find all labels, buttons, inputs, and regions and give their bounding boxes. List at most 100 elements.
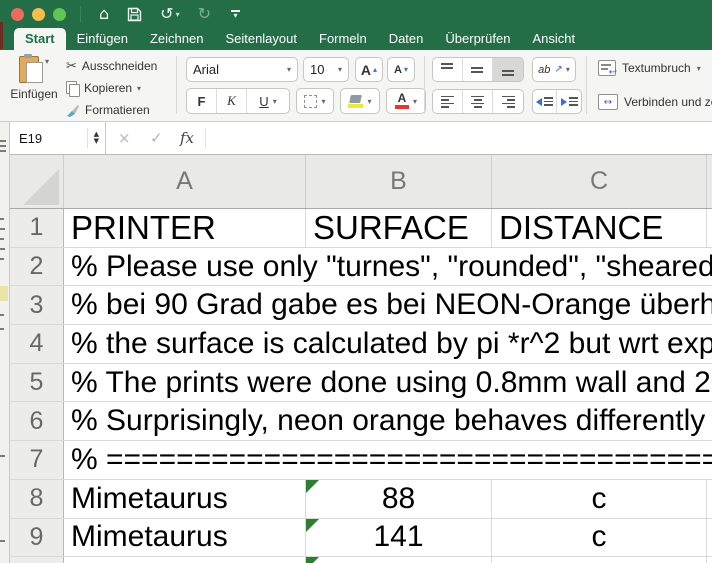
row-header-3[interactable]: 3 <box>10 286 64 324</box>
row-header-5[interactable]: 5 <box>10 364 64 402</box>
save-icon[interactable] <box>127 7 142 22</box>
confirm-icon[interactable]: ✓ <box>150 122 163 154</box>
tab-einfuegen[interactable]: Einfügen <box>66 28 139 50</box>
column-header-b[interactable]: B <box>306 155 492 208</box>
cell-a10[interactable] <box>64 557 306 563</box>
underline-button[interactable]: U ▾ <box>247 89 289 113</box>
tab-seitenlayout[interactable]: Seitenlayout <box>214 28 308 50</box>
undo-dropdown-icon[interactable]: ▾ <box>176 10 180 19</box>
minimize-button[interactable] <box>32 8 45 21</box>
row-header-10[interactable] <box>10 557 64 563</box>
zoom-button[interactable] <box>53 8 66 21</box>
orientation-button[interactable]: ab ↗ ▾ <box>532 57 576 82</box>
cell-a8[interactable]: Mimetaurus <box>64 480 306 518</box>
align-center-button[interactable] <box>463 90 493 113</box>
row-header-4[interactable]: 4 <box>10 325 64 363</box>
row-header-7[interactable]: 7 <box>10 441 64 479</box>
name-box[interactable]: E19 ▲ ▼ <box>10 122 106 154</box>
cell-a3[interactable]: % bei 90 Grad gabe es bei NEON-Orange üb… <box>64 286 712 324</box>
shrink-font-button[interactable]: A ▾ <box>387 57 415 82</box>
table-row: 8 Mimetaurus 88 c <box>10 480 712 519</box>
column-header-a[interactable]: A <box>64 155 306 208</box>
cell-a9[interactable]: Mimetaurus <box>64 519 306 557</box>
vertical-align-group <box>432 57 524 82</box>
paste-dropdown-icon[interactable]: ▾ <box>45 57 49 66</box>
cell-c10[interactable] <box>492 557 707 563</box>
font-size-select[interactable]: 10 ▾ <box>303 57 349 82</box>
cell-d9[interactable] <box>707 519 712 557</box>
cell-a7[interactable]: % ======================================… <box>64 441 712 479</box>
italic-button[interactable]: K <box>217 89 247 113</box>
row-header-8[interactable]: 8 <box>10 480 64 518</box>
undo-icon[interactable]: ↺ <box>160 0 173 28</box>
copy-button[interactable]: Kopieren ▾ <box>66 78 141 98</box>
tab-ueberpruefen[interactable]: Überprüfen <box>434 28 521 50</box>
tab-ansicht[interactable]: Ansicht <box>521 28 586 50</box>
cell-d8[interactable] <box>707 480 712 518</box>
cell-a4[interactable]: % the surface is calculated by pi *r^2 b… <box>64 325 712 363</box>
column-header-c[interactable]: C <box>492 155 707 208</box>
cell-a6[interactable]: % Surprisingly, neon orange behaves diff… <box>64 402 712 440</box>
name-box-stepper[interactable]: ▲ ▼ <box>87 128 99 148</box>
close-button[interactable] <box>11 8 24 21</box>
paste-button[interactable]: ▾ Einfügen <box>8 55 60 117</box>
table-row: 4 % the surface is calculated by pi *r^2… <box>10 325 712 364</box>
titlebar: ⌂ ↺ ▾ ↻ ▾ <box>0 0 712 28</box>
tab-daten[interactable]: Daten <box>378 28 435 50</box>
cell-b1[interactable]: SURFACE <box>306 209 492 247</box>
row-header-9[interactable]: 9 <box>10 519 64 557</box>
cell-b9[interactable]: 141 <box>306 519 492 557</box>
tab-zeichnen[interactable]: Zeichnen <box>139 28 214 50</box>
wrap-text-button[interactable]: ↩ Textumbruch ▾ <box>598 60 701 76</box>
cell-b10[interactable] <box>306 557 492 563</box>
column-header-d[interactable] <box>707 155 712 208</box>
cell-a5[interactable]: % The prints were done using 0.8mm wall … <box>64 364 712 402</box>
copy-dropdown-icon[interactable]: ▾ <box>137 84 141 93</box>
insert-function-icon[interactable]: fx <box>180 122 194 154</box>
cell-b8[interactable]: 88 <box>306 480 492 518</box>
cell-d1[interactable] <box>707 209 712 247</box>
font-name-value: Arial <box>193 62 219 77</box>
row-header-6[interactable]: 6 <box>10 402 64 440</box>
row-header-1[interactable]: 1 <box>10 209 64 247</box>
align-top-button[interactable] <box>433 58 463 81</box>
cut-button[interactable]: ✂ Ausschneiden <box>66 56 157 76</box>
cell-c9[interactable]: c <box>492 519 707 557</box>
bold-button[interactable]: F <box>187 89 217 113</box>
redo-icon[interactable]: ↻ <box>198 0 211 28</box>
increase-indent-button[interactable] <box>557 90 581 113</box>
borders-dropdown-icon: ▾ <box>321 97 325 106</box>
cell-a1[interactable]: PRINTER <box>64 209 306 247</box>
font-name-select[interactable]: Arial ▾ <box>186 57 298 82</box>
align-top-icon <box>441 63 454 76</box>
formula-input[interactable] <box>210 122 712 154</box>
borders-button[interactable]: ▾ <box>296 88 334 114</box>
tab-start[interactable]: Start <box>14 28 66 50</box>
ribbon-tab-bar: Start Einfügen Zeichnen Seitenlayout For… <box>0 28 712 50</box>
align-middle-button[interactable] <box>463 58 493 81</box>
decrease-indent-icon <box>536 97 553 106</box>
align-left-button[interactable] <box>433 90 463 113</box>
align-bottom-button[interactable] <box>493 58 523 81</box>
font-color-button[interactable]: A ▾ <box>386 88 426 114</box>
select-all-corner[interactable] <box>10 155 64 208</box>
merge-center-button[interactable]: ↔ Verbinden und zentrieren <box>598 94 712 110</box>
format-painter-button[interactable]: Formatieren <box>66 100 150 120</box>
home-icon[interactable]: ⌂ <box>99 0 109 28</box>
cancel-icon[interactable]: × <box>118 122 131 154</box>
cell-c1[interactable]: DISTANCE <box>492 209 707 247</box>
align-right-button[interactable] <box>493 90 523 113</box>
decrease-indent-button[interactable] <box>533 90 557 113</box>
fill-color-button[interactable]: ▾ <box>340 88 380 114</box>
background-window-sliver <box>0 22 3 49</box>
stepper-down-icon[interactable]: ▼ <box>94 138 99 145</box>
grow-font-button[interactable]: A ▴ <box>355 57 383 82</box>
cell-a2[interactable]: % Please use only "turnes", "rounded", "… <box>64 248 712 286</box>
toolbar-options-icon[interactable]: ▾ <box>231 10 240 19</box>
wrap-text-label: Textumbruch <box>622 61 691 75</box>
cell-d10[interactable] <box>707 557 712 563</box>
cell-c8[interactable]: c <box>492 480 707 518</box>
tab-formeln[interactable]: Formeln <box>308 28 378 50</box>
font-size-dropdown-icon: ▾ <box>338 65 342 74</box>
row-header-2[interactable]: 2 <box>10 248 64 286</box>
